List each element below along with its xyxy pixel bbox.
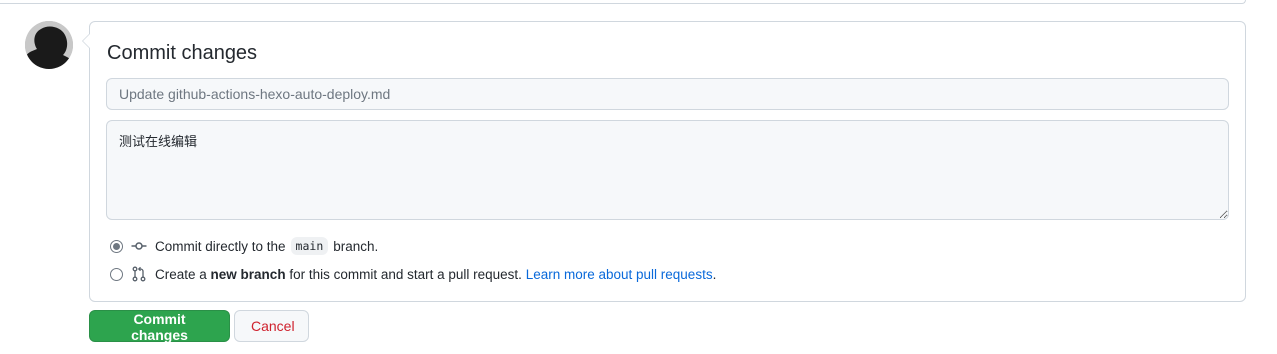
- new-branch-bold: new branch: [210, 266, 286, 282]
- commit-direct-suffix: branch.: [333, 238, 379, 254]
- avatar[interactable]: [25, 21, 73, 69]
- commit-summary-input[interactable]: [106, 78, 1229, 110]
- new-branch-radio[interactable]: [110, 267, 123, 281]
- new-branch-prefix: Create a: [155, 266, 207, 282]
- avatar-image: [25, 21, 73, 69]
- branch-name: main: [290, 237, 329, 255]
- commit-description-textarea[interactable]: 测试在线编辑: [106, 120, 1229, 220]
- commit-panel: Commit changes 测试在线编辑 Commit directly to…: [82, 21, 1246, 302]
- new-branch-end: .: [712, 266, 717, 282]
- commit-direct-radio[interactable]: [110, 239, 123, 253]
- commit-direct-option[interactable]: Commit directly to the main branch.: [110, 237, 378, 255]
- commit-direct-prefix: Commit directly to the: [155, 238, 286, 254]
- previous-panel-border: [0, 0, 1246, 4]
- new-branch-option[interactable]: Create a new branch for this commit and …: [110, 266, 716, 282]
- git-pull-request-icon: [132, 266, 146, 282]
- git-commit-icon: [131, 242, 147, 250]
- commit-title: Commit changes: [107, 42, 258, 64]
- commit-changes-button[interactable]: Commit changes: [89, 310, 230, 343]
- cancel-button[interactable]: Cancel: [234, 310, 309, 342]
- learn-more-link[interactable]: Learn more about pull requests: [526, 267, 713, 282]
- new-branch-middle: for this commit and start a pull request…: [289, 266, 522, 282]
